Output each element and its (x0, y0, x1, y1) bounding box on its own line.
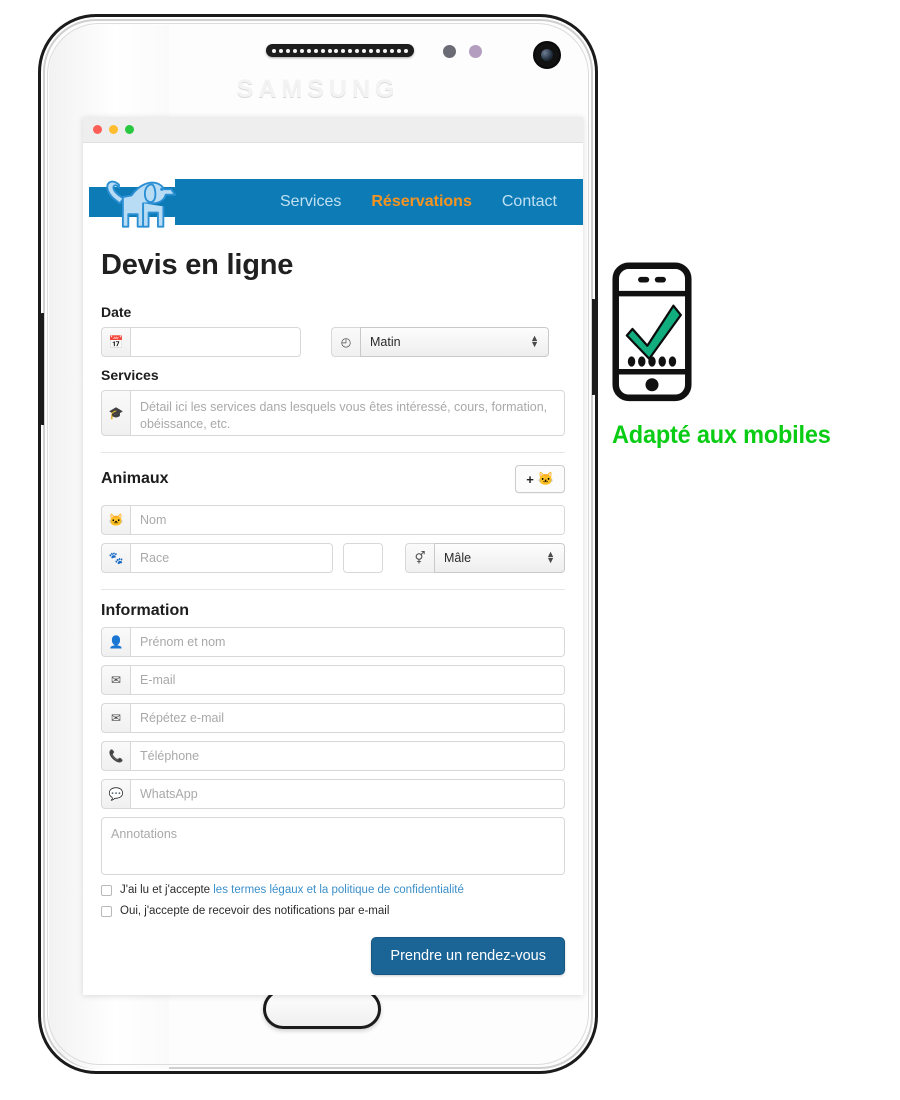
fullname-group[interactable]: 👤 Prénom et nom (101, 627, 565, 657)
front-camera-icon (533, 41, 561, 69)
speaker-grille-icon (266, 44, 414, 57)
add-pet-button[interactable]: + 🐱 (515, 465, 565, 493)
mobile-friendly-badge: Adapté aux mobiles (612, 262, 892, 450)
add-pet-plus-icon: + (526, 471, 534, 487)
submit-button[interactable]: Prendre un rendez-vous (371, 937, 565, 975)
terms-prefix: J'ai lu et j'accepte (120, 884, 214, 896)
terms-link[interactable]: les termes légaux et la politique de con… (213, 884, 464, 896)
cat-face-icon: 🐱 (101, 505, 130, 535)
whatsapp-icon: 💬 (101, 779, 130, 809)
power-button[interactable] (592, 299, 597, 395)
browser-viewport: Services Réservations Contact Devis en l… (83, 143, 583, 995)
minimize-dot[interactable] (109, 125, 118, 134)
site-header: Services Réservations Contact (83, 143, 583, 243)
pet-gender-select[interactable]: Mâle ▲ ▼ (434, 543, 565, 573)
device-brand-label: SAMSUNG (236, 75, 400, 103)
services-row: 🎓 Détail ici les services dans lesquels … (101, 390, 565, 436)
label-information: Information (101, 602, 189, 619)
close-dot[interactable] (93, 125, 102, 134)
gender-icon: ⚥ (405, 543, 434, 573)
field-row-email: ✉ E-mail (101, 665, 565, 695)
proximity-sensor-icon (443, 45, 456, 58)
email-input[interactable]: E-mail (130, 665, 565, 695)
chevron-updown-icon: ▲ ▼ (530, 333, 539, 349)
site-nav: Services Réservations Contact (203, 179, 583, 225)
email-repeat-group[interactable]: ✉ Répétez e-mail (101, 703, 565, 733)
newsletter-checkbox[interactable] (101, 905, 112, 917)
time-select-group[interactable]: ◴ Matin ▲ ▼ (331, 327, 549, 357)
phone-icon: 📞 (101, 741, 130, 771)
notes-row: Annotations (101, 817, 565, 875)
pet-breed-row: 🐾 Race ⚥ Mâle ▲ ▼ (101, 543, 565, 573)
pet-name-input[interactable]: Nom (130, 505, 565, 535)
dog-logo-icon[interactable] (97, 169, 183, 243)
envelope-solid-icon: ✉ (101, 665, 130, 695)
page-title: Devis en ligne (101, 249, 294, 281)
newsletter-label: Oui, j'accepte de recevoir des notificat… (120, 905, 390, 917)
browser-window: Services Réservations Contact Devis en l… (83, 117, 583, 995)
field-row-email-repeat: ✉ Répétez e-mail (101, 703, 565, 733)
clock-icon: ◴ (331, 327, 360, 357)
maximize-dot[interactable] (125, 125, 134, 134)
divider-animaux (101, 452, 565, 453)
terms-label: J'ai lu et j'accepte les termes légaux e… (120, 884, 464, 896)
nav-item-reservations[interactable]: Réservations (371, 193, 472, 211)
email-repeat-input[interactable]: Répétez e-mail (130, 703, 565, 733)
pet-name-row: 🐱 Nom (101, 505, 565, 535)
notes-textarea[interactable]: Annotations (101, 817, 565, 875)
pet-gender-value: Mâle (444, 551, 472, 565)
home-button[interactable] (263, 989, 381, 1029)
user-icon: 👤 (101, 627, 130, 657)
phone-group[interactable]: 📞 Téléphone (101, 741, 565, 771)
pet-extra-input[interactable] (343, 543, 383, 573)
label-date: Date (101, 304, 132, 320)
pet-gender-group[interactable]: ⚥ Mâle ▲ ▼ (405, 543, 565, 573)
graduation-cap-icon: 🎓 (101, 390, 130, 436)
date-input-group[interactable]: 📅 (101, 327, 301, 357)
field-row-fullname: 👤 Prénom et nom (101, 627, 565, 657)
cat-face-icon: 🐱 (537, 471, 554, 486)
time-select-value: Matin (370, 335, 401, 349)
light-sensor-icon (469, 45, 482, 58)
whatsapp-input[interactable]: WhatsApp (130, 779, 565, 809)
field-row-phone: 📞 Téléphone (101, 741, 565, 771)
browser-titlebar (83, 117, 583, 143)
newsletter-row[interactable]: Oui, j'accepte de recevoir des notificat… (101, 905, 565, 917)
envelope-outline-icon: ✉ (101, 703, 130, 733)
date-input[interactable] (130, 327, 301, 357)
pet-name-group[interactable]: 🐱 Nom (101, 505, 565, 535)
nav-item-services[interactable]: Services (280, 193, 341, 211)
badge-caption: Adapté aux mobiles (612, 420, 831, 449)
screenshot-root: SAMSUNG Services Réservations Contact De… (0, 0, 900, 1100)
animaux-header: Animaux + 🐱 (101, 465, 565, 493)
pet-breed-group[interactable]: 🐾 Race (101, 543, 333, 573)
nav-item-contact[interactable]: Contact (502, 193, 557, 211)
calendar-icon: 📅 (101, 327, 130, 357)
email-group[interactable]: ✉ E-mail (101, 665, 565, 695)
fullname-input[interactable]: Prénom et nom (130, 627, 565, 657)
terms-checkbox[interactable] (101, 884, 112, 896)
terms-row[interactable]: J'ai lu et j'accepte les termes légaux e… (101, 884, 565, 896)
submit-row: Prendre un rendez-vous (101, 937, 565, 975)
phone-mockup: SAMSUNG Services Réservations Contact De… (38, 14, 598, 1074)
date-row: 📅 ◴ Matin ▲ ▼ (101, 327, 565, 357)
label-animaux: Animaux (101, 470, 169, 487)
phone-input[interactable]: Téléphone (130, 741, 565, 771)
services-input-group[interactable]: 🎓 Détail ici les services dans lesquels … (101, 390, 565, 436)
divider-information (101, 589, 565, 590)
page-content: Devis en ligne Date 📅 ◴ Matin ▲ ▼ Servic… (83, 249, 583, 989)
mobile-phone-check-icon (612, 262, 692, 402)
field-row-whatsapp: 💬 WhatsApp (101, 779, 565, 809)
volume-button[interactable] (39, 313, 44, 425)
time-select[interactable]: Matin ▲ ▼ (360, 327, 549, 357)
paw-icon: 🐾 (101, 543, 130, 573)
pet-breed-input[interactable]: Race (130, 543, 333, 573)
whatsapp-group[interactable]: 💬 WhatsApp (101, 779, 565, 809)
chevron-updown-icon: ▲ ▼ (546, 549, 555, 565)
services-textarea[interactable]: Détail ici les services dans lesquels vo… (130, 390, 565, 436)
label-services: Services (101, 367, 159, 383)
